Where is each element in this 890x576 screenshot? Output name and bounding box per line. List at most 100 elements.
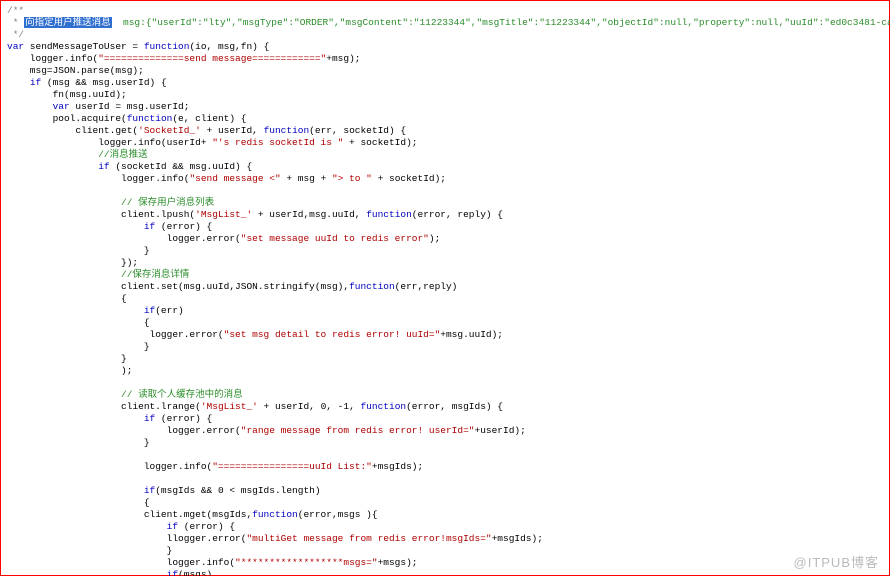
code-text: + userId,msg.uuId, — [252, 209, 366, 220]
code-text: (error) { — [155, 221, 212, 232]
code-text — [7, 305, 144, 316]
kw-if: if — [144, 413, 155, 424]
comment-open: /** — [7, 5, 24, 16]
code-text: (error) { — [178, 521, 235, 532]
code-text: (err) — [155, 305, 184, 316]
code-text: client.mget(msgIds, — [7, 509, 252, 520]
kw-if: if — [167, 569, 178, 576]
code-text — [7, 569, 167, 576]
string: 'MsgList_' — [201, 401, 258, 412]
code-text: (error,msgs ){ — [298, 509, 378, 520]
comment-line: //保存消息详情 — [7, 269, 189, 280]
kw-var: var — [53, 101, 70, 112]
code-text: { — [7, 293, 127, 304]
string: "set msg detail to redis error! uuId=" — [224, 329, 441, 340]
code-text: client.lpush( — [7, 209, 195, 220]
code-text: (err,reply) — [395, 281, 458, 292]
code-text: sendMessageToUser = — [24, 41, 144, 52]
code-text: + userId, 0, -1, — [258, 401, 361, 412]
string: "> to " — [332, 173, 372, 184]
string: "range message from redis error! userId=… — [241, 425, 475, 436]
string: "set message uuId to redis error" — [241, 233, 429, 244]
code-text: } — [7, 341, 150, 352]
code-text: llogger.error( — [7, 533, 246, 544]
kw-if: if — [98, 161, 109, 172]
code-text: logger.info( — [7, 557, 235, 568]
code-text: client.lrange( — [7, 401, 201, 412]
code-text: } — [7, 353, 127, 364]
watermark: @ITPUB博客 — [794, 557, 879, 569]
string: 'SocketId_' — [138, 125, 201, 136]
code-text: (msgIds && 0 < msgIds.length) — [155, 485, 320, 496]
code-text: logger.info( — [7, 53, 98, 64]
code-text: } — [7, 437, 150, 448]
code-text: (error, reply) { — [412, 209, 503, 220]
code-text: ); — [429, 233, 440, 244]
code-text: pool.acquire( — [7, 113, 127, 124]
string: "send message <" — [189, 173, 280, 184]
kw-if: if — [167, 521, 178, 532]
kw-function: function — [264, 125, 310, 136]
code-text: fn(msg.uuId); — [7, 89, 127, 100]
kw-function: function — [144, 41, 190, 52]
code-text: +msgs); — [378, 557, 418, 568]
code-text: +msg.uuId); — [440, 329, 503, 340]
comment-line: //消息推送 — [7, 149, 148, 160]
code-text: logger.info( — [7, 461, 212, 472]
code-text — [7, 485, 144, 496]
string: "******************msgs=" — [235, 557, 378, 568]
string: "================uuId List:" — [212, 461, 372, 472]
code-text: client.set(msg.uuId,JSON.stringify(msg), — [7, 281, 349, 292]
string: "'s redis socketId is " — [212, 137, 343, 148]
code-text — [7, 101, 53, 112]
code-text: { — [7, 497, 150, 508]
code-text: (error) { — [155, 413, 212, 424]
code-window: /** * 向指定用户推送消息 msg:{"userId":"lty","msg… — [0, 0, 890, 576]
kw-if: if — [144, 221, 155, 232]
code-text: (error, msgIds) { — [406, 401, 503, 412]
code-text: + socketId); — [343, 137, 417, 148]
code-text: +msg); — [326, 53, 360, 64]
comment-star: * — [7, 17, 24, 28]
string: "==============send message============" — [98, 53, 326, 64]
kw-if: if — [30, 77, 41, 88]
code-text: msg=JSON.parse(msg); — [7, 65, 144, 76]
kw-function: function — [252, 509, 298, 520]
code-text: + userId, — [201, 125, 264, 136]
code-text: { — [7, 317, 150, 328]
code-text: logger.error( — [7, 233, 241, 244]
code-text: (e, client) { — [172, 113, 246, 124]
string: "multiGet message from redis error!msgId… — [246, 533, 491, 544]
string: 'MsgList_' — [195, 209, 252, 220]
doc-tail: msg:{"userId":"lty","msgType":"ORDER","m… — [112, 17, 890, 28]
kw-function: function — [127, 113, 173, 124]
kw-function: function — [360, 401, 406, 412]
kw-var: var — [7, 41, 24, 52]
kw-function: function — [366, 209, 412, 220]
code-text: }); — [7, 257, 138, 268]
code-text: (io, msg,fn) { — [189, 41, 269, 52]
code-text — [7, 161, 98, 172]
kw-if: if — [144, 485, 155, 496]
code-text: (msgs) — [178, 569, 212, 576]
code-text — [7, 413, 144, 424]
code-text: ); — [7, 365, 132, 376]
code-text: } — [7, 545, 172, 556]
kw-if: if — [144, 305, 155, 316]
code-text: userId = msg.userId; — [70, 101, 190, 112]
code-text: (msg && msg.userId) { — [41, 77, 166, 88]
code-text: } — [7, 245, 150, 256]
highlighted-doc: 向指定用户推送消息 — [24, 17, 112, 28]
code-text — [7, 77, 30, 88]
kw-function: function — [349, 281, 395, 292]
code-text: (err, socketId) { — [309, 125, 406, 136]
code-text: +msgIds); — [372, 461, 423, 472]
comment-close: */ — [7, 29, 24, 40]
code-text: logger.error( — [7, 425, 241, 436]
comment-line: // 保存用户消息列表 — [7, 197, 214, 208]
code-text: logger.error( — [7, 329, 224, 340]
code-text — [7, 521, 167, 532]
code-text: + socketId); — [372, 173, 446, 184]
code-text: (socketId && msg.uuId) { — [110, 161, 253, 172]
code-text: logger.info( — [7, 173, 189, 184]
